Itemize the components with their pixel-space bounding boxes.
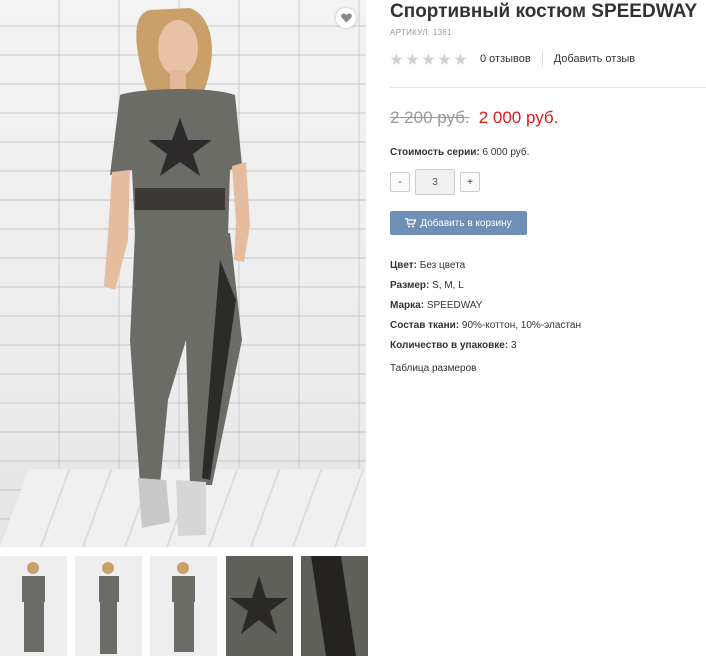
- add-to-cart-button[interactable]: Добавить в корзину: [390, 211, 527, 235]
- spec-size: Размер: S, M, L: [390, 276, 706, 296]
- spec-label: Цвет:: [390, 260, 417, 271]
- quantity-input[interactable]: [415, 169, 455, 195]
- spec-value: S, M, L: [432, 280, 464, 291]
- quantity-decrease-button[interactable]: -: [390, 172, 410, 192]
- add-review-link[interactable]: Добавить отзыв: [554, 53, 635, 65]
- spec-fabric: Состав ткани: 90%-коттон, 10%-эластан: [390, 316, 706, 336]
- thumbnail-star-detail[interactable]: [226, 556, 293, 656]
- spec-brand: Марка: SPEEDWAY: [390, 296, 706, 316]
- heart-icon: [340, 13, 352, 23]
- spec-label: Размер:: [390, 280, 430, 291]
- divider: [541, 51, 543, 67]
- star-icon[interactable]: [454, 53, 467, 66]
- star-icon[interactable]: [422, 53, 435, 66]
- quantity-stepper: - +: [390, 169, 480, 195]
- thumbnail-front[interactable]: [0, 556, 67, 656]
- star-icon[interactable]: [406, 53, 419, 66]
- wishlist-button[interactable]: [336, 8, 356, 28]
- rating-stars[interactable]: [390, 53, 467, 66]
- thumbnail-back[interactable]: [150, 556, 217, 656]
- star-icon[interactable]: [438, 53, 451, 66]
- add-to-cart-label: Добавить в корзину: [420, 217, 512, 229]
- size-table-link[interactable]: Таблица размеров: [390, 363, 476, 374]
- sku: Артикул: 1361: [390, 28, 452, 37]
- sku-label: Артикул:: [390, 28, 431, 37]
- series-price-value: 6 000 руб.: [482, 147, 530, 158]
- thumbnail-sequin-detail[interactable]: [301, 556, 368, 656]
- old-price: 2 200 руб.: [390, 108, 470, 127]
- spec-value: 90%-коттон, 10%-эластан: [461, 320, 581, 331]
- spec-label: Количество в упаковке:: [390, 340, 509, 351]
- spec-pack-quantity: Количество в упаковке: 3: [390, 336, 706, 356]
- main-product-photo[interactable]: [0, 0, 366, 547]
- series-price-label: Стоимость серии:: [390, 147, 480, 158]
- cart-icon: [405, 218, 417, 228]
- price-row: 2 200 руб. 2 000 руб.: [390, 108, 558, 132]
- thumbnail-strip: [0, 556, 368, 656]
- spec-label: Марка:: [390, 300, 425, 311]
- current-price: 2 000 руб.: [478, 108, 559, 127]
- spec-value: Без цвета: [419, 260, 466, 271]
- sku-value: 1361: [432, 28, 452, 37]
- series-price: Стоимость серии: 6 000 руб.: [390, 147, 529, 158]
- divider: [390, 87, 706, 88]
- rating-row: 0 отзывов Добавить отзыв: [390, 51, 635, 67]
- model-figure: [104, 8, 250, 536]
- quantity-increase-button[interactable]: +: [460, 172, 480, 192]
- spec-color: Цвет: Без цвета: [390, 256, 706, 276]
- spec-label: Состав ткани:: [390, 320, 460, 331]
- star-icon[interactable]: [390, 53, 403, 66]
- product-title: Спортивный костюм SPEEDWAY: [390, 1, 698, 22]
- reviews-count-link[interactable]: 0 отзывов: [480, 53, 531, 65]
- thumbnail-side[interactable]: [75, 556, 142, 656]
- product-specs: Цвет: Без цвета Размер: S, M, L Марка: S…: [390, 256, 706, 356]
- spec-value: SPEEDWAY: [426, 300, 483, 311]
- spec-value: 3: [510, 340, 517, 351]
